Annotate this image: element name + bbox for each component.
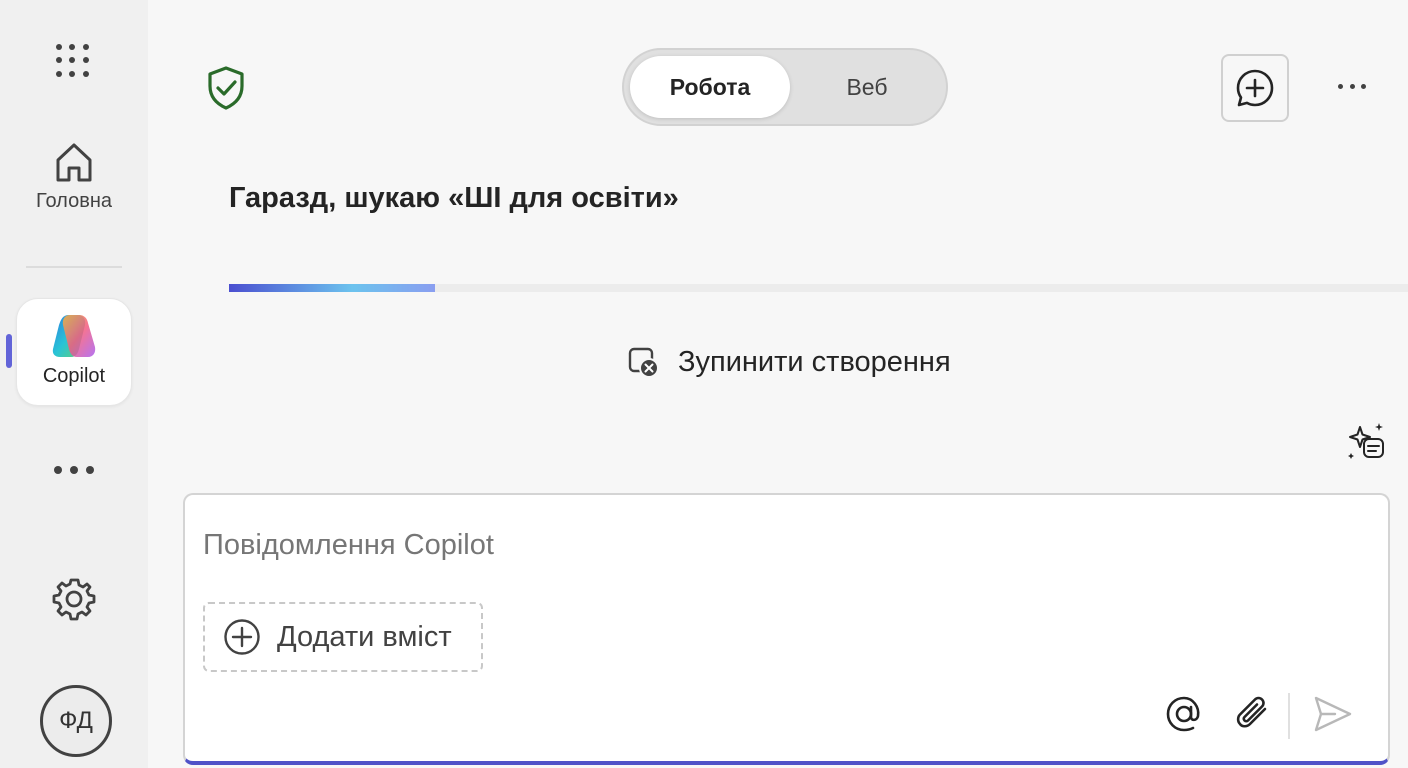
stop-generating-label: Зупинити створення [678, 346, 951, 378]
more-dot [54, 466, 62, 474]
message-input[interactable] [203, 525, 1363, 565]
rail-item-home[interactable]: Головна [20, 140, 128, 213]
new-chat-button[interactable] [1221, 54, 1289, 122]
chat-add-icon [1236, 69, 1274, 107]
at-sign-icon [1166, 696, 1200, 732]
home-icon [56, 143, 92, 182]
mention-button[interactable] [1165, 695, 1203, 738]
more-dot [1361, 84, 1366, 89]
circle-plus-icon [224, 619, 260, 655]
progress-fill [229, 284, 436, 292]
active-indicator [6, 334, 12, 368]
work-web-toggle: Робота Веб [622, 48, 948, 126]
stop-generating-icon [628, 347, 659, 378]
stop-generating-button[interactable]: Зупинити створення [628, 346, 951, 379]
rail-item-copilot-label: Copilot [42, 365, 106, 387]
send-icon [1314, 696, 1352, 732]
rail-divider [26, 266, 122, 268]
more-dot [86, 466, 94, 474]
sparkle-list-icon [1348, 423, 1384, 459]
more-apps-button[interactable] [54, 466, 94, 478]
search-status-text: Гаразд, шукаю «ШІ для освіти» [229, 182, 679, 214]
main-panel: Робота Веб Гаразд, шукаю «ШІ для освіти»… [148, 0, 1408, 768]
shield-check-icon[interactable] [206, 66, 246, 115]
prompt-gallery-button[interactable] [1346, 421, 1386, 466]
settings-button[interactable] [52, 577, 96, 626]
attach-button[interactable] [1235, 695, 1271, 738]
message-composer: Додати вміст [183, 493, 1390, 765]
rail-item-copilot[interactable]: Copilot [16, 298, 132, 406]
more-options-button[interactable] [1338, 84, 1366, 92]
more-dot [1349, 84, 1355, 89]
copilot-logo-icon [52, 315, 96, 357]
toggle-work[interactable]: Робота [630, 56, 790, 118]
gear-icon [52, 578, 96, 621]
rail-item-home-label: Головна [36, 190, 112, 212]
send-button[interactable] [1313, 695, 1353, 738]
progress-bar [229, 284, 1408, 292]
composer-divider [1288, 693, 1290, 739]
paperclip-icon [1236, 696, 1267, 728]
avatar[interactable]: ФД [40, 685, 112, 757]
toggle-web[interactable]: Веб [792, 56, 942, 118]
more-dot [70, 466, 78, 474]
add-content-button[interactable]: Додати вміст [203, 602, 483, 672]
more-dot [1338, 84, 1343, 89]
left-rail: Головна Copilot ФД [0, 0, 148, 768]
add-content-label: Додати вміст [277, 620, 452, 653]
app-launcher-icon[interactable] [56, 44, 90, 78]
